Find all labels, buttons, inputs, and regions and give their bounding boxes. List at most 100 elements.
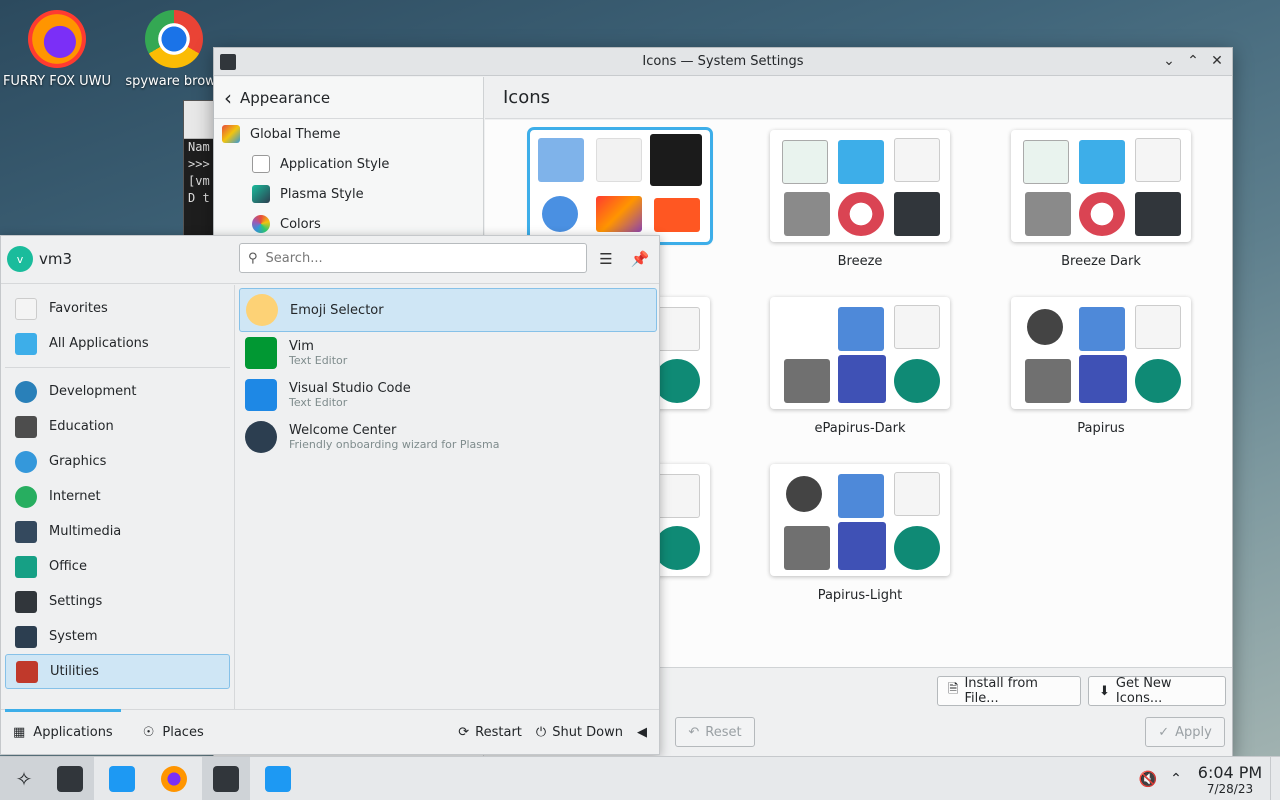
app-emoji-selector[interactable]: Emoji Selector <box>239 288 657 332</box>
reset-button[interactable]: ↶ Reset <box>675 717 755 747</box>
sidebar-item-global-theme[interactable]: Global Theme <box>214 119 483 149</box>
theme-card-breeze-dark[interactable]: Breeze Dark <box>1011 130 1191 269</box>
document-icon <box>654 307 700 351</box>
category-education[interactable]: Education <box>5 409 230 444</box>
theme-card-papirus[interactable]: Papirus <box>1011 297 1191 436</box>
sidebar-item-label: Application Style <box>280 156 390 172</box>
package-icon <box>654 198 700 232</box>
help-icon <box>838 192 884 236</box>
show-desktop-button[interactable] <box>1270 757 1280 800</box>
theme-card-papirus-light[interactable]: Papirus-Light <box>770 464 950 603</box>
globe-icon <box>15 485 37 508</box>
category-label: All Applications <box>49 336 149 351</box>
theme-card-breeze[interactable]: Breeze <box>770 130 950 269</box>
document-icon <box>894 472 940 516</box>
tab-label: Applications <box>33 724 113 740</box>
trash-icon <box>650 134 702 186</box>
help-icon <box>838 522 886 570</box>
theme-preview <box>1011 297 1191 409</box>
category-all-applications[interactable]: All Applications <box>5 326 230 361</box>
window-titlebar[interactable]: Icons — System Settings ⌄ ⌃ ✕ <box>214 48 1232 76</box>
category-label: Graphics <box>49 454 107 469</box>
avatar[interactable]: v <box>7 246 33 272</box>
chevron-left-icon: ‹ <box>224 85 232 110</box>
launcher-button[interactable]: ✧ <box>0 757 48 800</box>
category-graphics[interactable]: Graphics <box>5 444 230 479</box>
settings-icon <box>1135 192 1181 236</box>
trash-icon <box>1025 359 1071 403</box>
desktop-icon-firefox[interactable]: FURRY FOX UWU <box>2 10 112 89</box>
tab-places[interactable]: ☉ Places <box>131 710 216 755</box>
sidebar-item-label: Global Theme <box>250 126 341 142</box>
document-icon <box>1135 138 1181 182</box>
chevron-up-icon[interactable]: ⌃ <box>1162 771 1190 787</box>
application-launcher[interactable]: v vm3 ⚲ Search... ☰ 📌 Favorites All Appl… <box>0 235 660 755</box>
document-icon <box>596 138 642 182</box>
apply-button[interactable]: ✓ Apply <box>1145 717 1225 747</box>
category-settings[interactable]: Settings <box>5 584 230 619</box>
button-label: Apply <box>1175 724 1212 740</box>
search-input[interactable]: ⚲ Search... <box>239 243 587 273</box>
tab-applications[interactable]: ▦ Applications <box>1 708 125 755</box>
theme-card-epapirus-dark[interactable]: ePapirus-Dark <box>770 297 950 436</box>
app-visual-studio-code[interactable]: Visual Studio Code Text Editor <box>239 374 657 416</box>
app-welcome-center[interactable]: Welcome Center Friendly onboarding wizar… <box>239 416 657 458</box>
folder-icon <box>838 474 884 518</box>
sidebar-back-button[interactable]: ‹ Appearance <box>214 77 483 119</box>
terminal-icon <box>213 766 239 792</box>
volume-muted-icon[interactable]: 🔇 <box>1134 770 1162 788</box>
taskbar-discover[interactable] <box>98 757 146 800</box>
category-favorites[interactable]: Favorites <box>5 291 230 326</box>
theme-name: Papirus-Light <box>817 588 903 603</box>
emoji-icon <box>246 294 278 326</box>
category-label: Settings <box>49 594 103 609</box>
restart-button[interactable]: ⟳ Restart <box>458 725 522 740</box>
plasma-icon <box>245 421 277 453</box>
category-label: Office <box>49 559 87 574</box>
category-label: Internet <box>49 489 101 504</box>
tab-label: Places <box>162 724 204 740</box>
install-from-file-button[interactable]: 🗎 Install from File... <box>937 676 1081 706</box>
minimize-icon[interactable]: ⌄ <box>1160 51 1178 71</box>
settings-icon <box>894 526 940 570</box>
taskbar-system-settings[interactable] <box>46 757 94 800</box>
restart-icon: ⟳ <box>458 724 470 740</box>
development-icon <box>15 380 37 403</box>
category-multimedia[interactable]: Multimedia <box>5 514 230 549</box>
sidebar-item-application-style[interactable]: Application Style <box>214 149 483 179</box>
taskbar-dolphin[interactable] <box>254 757 302 800</box>
terminal-icon <box>782 140 828 184</box>
education-icon <box>15 415 37 438</box>
more-actions-button[interactable]: ◀ <box>637 725 647 740</box>
compass-icon: ☉ <box>142 724 155 740</box>
settings-app-icon <box>57 766 83 792</box>
category-office[interactable]: Office <box>5 549 230 584</box>
taskbar-konsole[interactable] <box>202 757 250 800</box>
configure-icon[interactable]: ☰ <box>595 248 617 270</box>
theme-preview <box>770 464 950 576</box>
category-utilities[interactable]: Utilities <box>5 654 230 689</box>
app-vim[interactable]: Vim Text Editor <box>239 332 657 374</box>
document-icon <box>654 474 700 518</box>
help-icon <box>838 355 886 403</box>
category-system[interactable]: System <box>5 619 230 654</box>
maximize-icon[interactable]: ⌃ <box>1184 51 1202 71</box>
clock[interactable]: 6:04 PM 7/28/23 <box>1190 763 1270 796</box>
settings-icon <box>894 192 940 236</box>
shut-down-button[interactable]: ⏻ Shut Down <box>536 725 623 740</box>
trash-icon <box>784 359 830 403</box>
category-label: Development <box>49 384 137 399</box>
sidebar-item-plasma-style[interactable]: Plasma Style <box>214 179 483 209</box>
search-icon: ⚲ <box>248 250 258 266</box>
button-label: Install from File... <box>964 676 1038 706</box>
app-description: Text Editor <box>289 354 348 367</box>
category-development[interactable]: Development <box>5 374 230 409</box>
grid-icon <box>15 332 37 355</box>
category-internet[interactable]: Internet <box>5 479 230 514</box>
pin-icon[interactable]: 📌 <box>629 248 651 270</box>
close-icon[interactable]: ✕ <box>1208 51 1226 71</box>
get-new-icons-button[interactable]: ⬇ Get New Icons... <box>1088 676 1226 706</box>
taskbar-firefox[interactable] <box>150 757 198 800</box>
trash-icon <box>784 526 830 570</box>
sidebar-item-label: Colors <box>280 216 321 232</box>
